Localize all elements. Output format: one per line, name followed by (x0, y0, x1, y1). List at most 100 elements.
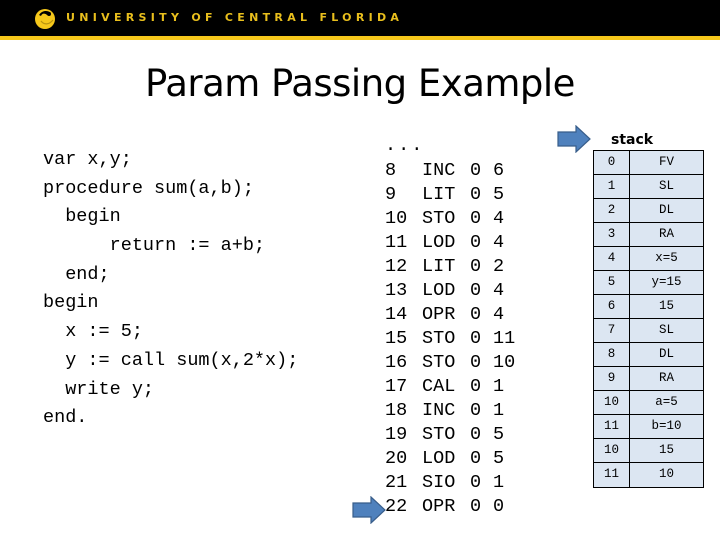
stack-row: 9 RA (594, 367, 703, 391)
instruction-ellipsis: ... (385, 135, 425, 156)
instruction-line-number: 18 (385, 400, 408, 421)
instruction-line-number: 15 (385, 328, 408, 349)
stack-row: 8 DL (594, 343, 703, 367)
header-accent-stripe (0, 36, 720, 40)
stack-index: 11 (594, 463, 630, 487)
instruction-modifier: 10 (493, 352, 516, 373)
instruction-opcode: STO (422, 208, 456, 229)
instruction-row: 16 STO 0 10 (385, 351, 515, 375)
stack-pointer-arrow-icon (557, 125, 591, 153)
stack-index: 2 (594, 199, 630, 222)
instruction-level: 0 (470, 232, 482, 253)
instruction-level: 0 (470, 448, 482, 469)
instruction-line-number: 16 (385, 352, 408, 373)
instruction-row: 18 INC 0 1 (385, 399, 504, 423)
stack-index: 0 (594, 151, 630, 174)
instruction-opcode: CAL (422, 376, 456, 397)
instruction-level: 0 (470, 304, 482, 325)
code-line: begin (43, 206, 121, 228)
stack-row: 1 SL (594, 175, 703, 199)
stack-value: DL (658, 203, 674, 217)
program-counter-arrow-icon (352, 496, 386, 524)
instruction-modifier: 1 (493, 400, 505, 421)
stack-value: SL (658, 179, 674, 193)
stack-value: y=15 (651, 275, 682, 289)
code-line: end; (43, 263, 110, 285)
slide-title: Param Passing Example (145, 62, 575, 105)
instruction-row: 12 LIT 0 2 (385, 255, 504, 279)
instruction-row: 9 LIT 0 5 (385, 183, 504, 207)
stack-value: FV (658, 155, 674, 169)
instruction-modifier: 5 (493, 424, 505, 445)
instruction-row: 19 STO 0 5 (385, 423, 504, 447)
instruction-level: 0 (470, 256, 482, 277)
code-line: x := 5; (43, 321, 143, 343)
instruction-opcode: OPR (422, 496, 456, 517)
stack-row: 6 15 (594, 295, 703, 319)
instruction-modifier: 5 (493, 184, 505, 205)
header-bar: UNIVERSITY OF CENTRAL FLORIDA (0, 0, 720, 36)
stack-value: 15 (658, 299, 674, 313)
stack-row: 4 x=5 (594, 247, 703, 271)
stack-index: 4 (594, 247, 630, 270)
instruction-level: 0 (470, 472, 482, 493)
instruction-opcode: LOD (422, 232, 456, 253)
stack-index: 5 (594, 271, 630, 294)
instruction-level: 0 (470, 400, 482, 421)
instruction-level: 0 (470, 328, 482, 349)
stack-row: 10 a=5 (594, 391, 703, 415)
instruction-modifier: 2 (493, 256, 505, 277)
stack-value: DL (658, 347, 674, 361)
instruction-line-number: 20 (385, 448, 408, 469)
code-line: begin (43, 292, 99, 314)
instruction-line-number: 22 (385, 496, 408, 517)
instruction-line-number: 9 (385, 184, 397, 205)
instruction-level: 0 (470, 496, 482, 517)
code-line: return := a+b; (43, 235, 266, 257)
instruction-modifier: 11 (493, 328, 516, 349)
instruction-modifier: 4 (493, 304, 505, 325)
instruction-modifier: 0 (493, 496, 505, 517)
instruction-opcode: STO (422, 352, 456, 373)
instruction-modifier: 1 (493, 376, 505, 397)
instruction-line-number: 11 (385, 232, 408, 253)
instruction-row: 10 STO 0 4 (385, 207, 504, 231)
code-line: write y; (43, 378, 155, 400)
instruction-level: 0 (470, 184, 482, 205)
instruction-modifier: 5 (493, 448, 505, 469)
instruction-line-number: 14 (385, 304, 408, 325)
stack-value: RA (658, 371, 674, 385)
instruction-modifier: 4 (493, 208, 505, 229)
instruction-line-number: 10 (385, 208, 408, 229)
instruction-opcode: OPR (422, 304, 456, 325)
instruction-level: 0 (470, 160, 482, 181)
stack-row: 3 RA (594, 223, 703, 247)
ucf-pegasus-logo-icon (35, 9, 55, 29)
instruction-modifier: 6 (493, 160, 505, 181)
stack-index: 8 (594, 343, 630, 366)
stack-row: 10 15 (594, 439, 703, 463)
stack-value: 15 (658, 443, 674, 457)
stack-index: 9 (594, 367, 630, 390)
code-line: end. (43, 407, 88, 429)
instruction-opcode: LIT (422, 256, 456, 277)
instruction-opcode: STO (422, 328, 456, 349)
instruction-row: 8 INC 0 6 (385, 159, 504, 183)
instruction-line-number: 13 (385, 280, 408, 301)
instruction-modifier: 1 (493, 472, 505, 493)
stack-index: 10 (594, 439, 630, 462)
instruction-listing: ... 8 INC 0 6 9 LIT 0 5 10 STO 0 4 11 LOD 0 4 12 LIT 0 2 13 L… (385, 133, 515, 519)
instruction-line-number: 8 (385, 160, 397, 181)
stack-value: 10 (658, 467, 674, 481)
instruction-row: 14 OPR 0 4 (385, 303, 504, 327)
stack-index: 6 (594, 295, 630, 318)
instruction-modifier: 4 (493, 280, 505, 301)
stack-index: 1 (594, 175, 630, 198)
code-line: y := call sum(x,2*x); (43, 349, 299, 371)
instruction-line-number: 12 (385, 256, 408, 277)
instruction-line-number: 19 (385, 424, 408, 445)
instruction-line-number: 21 (385, 472, 408, 493)
stack-value: a=5 (655, 395, 678, 409)
stack-row: 11 10 (594, 463, 703, 487)
instruction-line-number: 17 (385, 376, 408, 397)
